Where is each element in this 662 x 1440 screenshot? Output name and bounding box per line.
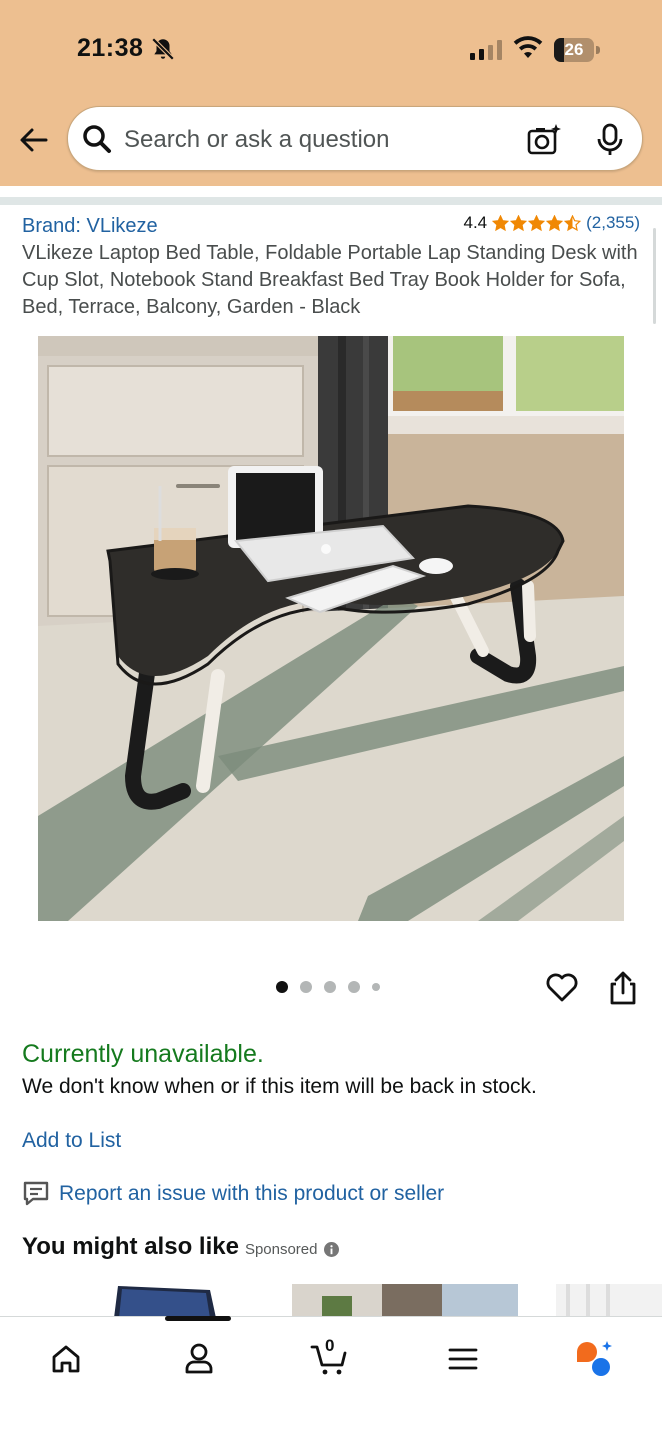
home-icon[interactable] bbox=[46, 1339, 86, 1379]
availability-message: We don't know when or if this item will … bbox=[22, 1075, 537, 1098]
image-pager[interactable] bbox=[276, 981, 380, 993]
status-time: 21:38 bbox=[77, 34, 144, 62]
rufus-icon[interactable] bbox=[574, 1339, 614, 1379]
sponsored-label: Sponsored bbox=[244, 1241, 318, 1258]
bell-muted-icon bbox=[151, 37, 175, 61]
pager-dot[interactable] bbox=[300, 981, 312, 993]
battery-percent: 26 bbox=[564, 40, 584, 59]
star-full-icon bbox=[546, 214, 564, 231]
recommendation-item[interactable] bbox=[110, 1284, 230, 1318]
star-half-icon bbox=[564, 214, 582, 231]
product-image[interactable] bbox=[38, 336, 624, 921]
recommendation-item[interactable] bbox=[556, 1284, 662, 1318]
camera-search-icon[interactable] bbox=[526, 123, 562, 157]
search-bar[interactable]: Search or ask a question bbox=[67, 106, 643, 171]
rating-stars bbox=[492, 214, 582, 232]
battery-indicator: 26 bbox=[554, 38, 600, 62]
add-to-list-link[interactable]: Add to List bbox=[22, 1129, 121, 1153]
home-indicator bbox=[165, 1316, 231, 1321]
app-header: 21:38 26 Search or ask a question bbox=[0, 0, 662, 186]
pager-dot[interactable] bbox=[348, 981, 360, 993]
menu-icon[interactable] bbox=[443, 1339, 483, 1379]
product-rating[interactable]: 4.4 (2,355) bbox=[463, 213, 640, 233]
availability-status: Currently unavailable. bbox=[22, 1040, 264, 1068]
star-full-icon bbox=[492, 214, 510, 231]
product-title: VLikeze Laptop Bed Table, Foldable Porta… bbox=[22, 242, 638, 318]
star-full-icon bbox=[528, 214, 546, 231]
report-issue-icon bbox=[23, 1181, 49, 1206]
section-divider bbox=[0, 197, 662, 205]
wifi-icon bbox=[513, 36, 543, 58]
account-icon[interactable] bbox=[179, 1339, 219, 1379]
search-icon bbox=[83, 125, 111, 153]
share-icon[interactable] bbox=[607, 970, 639, 1006]
rating-value: 4.4 bbox=[463, 213, 488, 232]
pager-dot[interactable] bbox=[324, 981, 336, 993]
pager-dot[interactable] bbox=[276, 981, 288, 993]
brand-link[interactable]: Brand: VLikeze bbox=[22, 215, 158, 238]
recommendations-title: You might also like bbox=[22, 1233, 239, 1260]
heart-icon[interactable] bbox=[545, 970, 579, 1004]
search-input[interactable]: Search or ask a question bbox=[124, 126, 390, 154]
back-arrow-icon[interactable] bbox=[16, 122, 52, 158]
recommendations-header: You might also like Sponsored bbox=[22, 1233, 339, 1261]
pager-dot[interactable] bbox=[372, 983, 380, 991]
cart-count: 0 bbox=[325, 1336, 335, 1355]
bottom-navigation: 0 bbox=[0, 1316, 662, 1440]
scrollbar[interactable] bbox=[653, 228, 656, 324]
star-full-icon bbox=[510, 214, 528, 231]
cart-button[interactable]: 0 bbox=[310, 1336, 350, 1379]
recommendation-item[interactable] bbox=[292, 1284, 518, 1318]
rating-count[interactable]: (2,355) bbox=[586, 213, 640, 233]
microphone-icon[interactable] bbox=[596, 123, 624, 157]
report-issue-link[interactable]: Report an issue with this product or sel… bbox=[59, 1182, 444, 1206]
info-icon[interactable] bbox=[323, 1241, 339, 1257]
cellular-signal-icon bbox=[470, 40, 502, 60]
